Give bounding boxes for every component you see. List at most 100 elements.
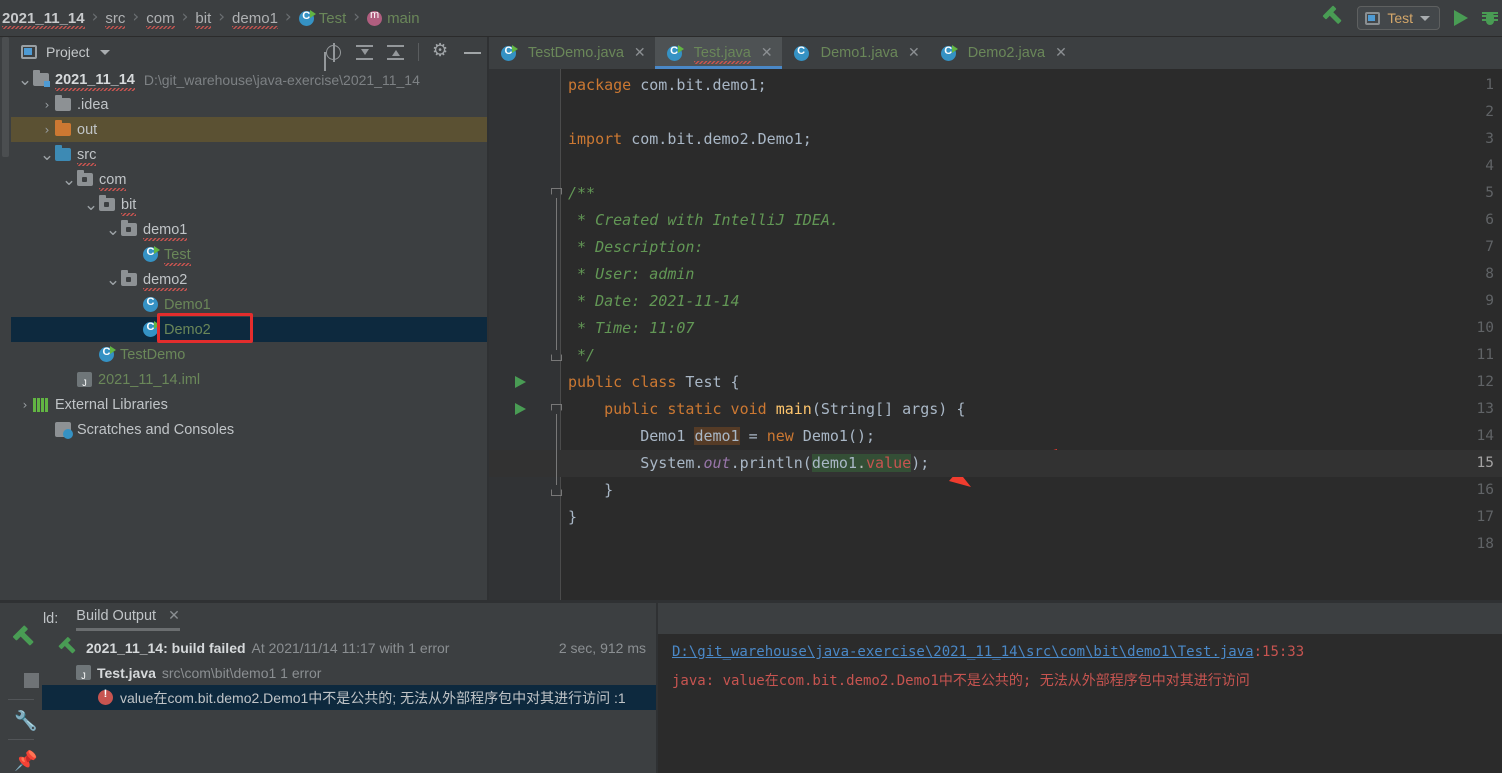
close-icon[interactable]: ✕: [1055, 45, 1067, 61]
breadcrumb-item-com[interactable]: com: [146, 10, 175, 29]
tree-item-label: .idea: [77, 96, 109, 113]
close-icon[interactable]: ✕: [761, 45, 773, 61]
code-editor[interactable]: 1 package com.bit.demo1; 2 3 import com.bit.…: [489, 69, 1502, 600]
tab-demo1-java[interactable]: Demo1.java ✕: [782, 37, 929, 69]
tab-test-java[interactable]: Test.java ✕: [654, 37, 782, 69]
gutter-run-icon[interactable]: [515, 376, 526, 388]
settings-gear-icon[interactable]: [432, 40, 450, 61]
chevron-down-icon[interactable]: ⌄: [61, 170, 77, 190]
chevron-right-icon[interactable]: ›: [39, 123, 55, 137]
tree-item--idea[interactable]: › .idea: [11, 92, 487, 117]
error-file-link[interactable]: D:\git_warehouse\java-exercise\2021_11_1…: [672, 644, 1254, 660]
gutter-run-icon[interactable]: [515, 403, 526, 415]
build-row-0[interactable]: 2021_11_14: build failed At 2021/11/14 11…: [42, 635, 656, 660]
tree-item-label: src: [77, 146, 97, 166]
tab-testdemo-java[interactable]: TestDemo.java ✕: [489, 37, 655, 69]
close-icon[interactable]: ✕: [908, 45, 920, 61]
line-number: 16: [1476, 482, 1494, 498]
chevron-down-icon[interactable]: ⌄: [83, 195, 99, 215]
folder-gray-icon: [55, 95, 71, 111]
chevron-down-icon[interactable]: ⌄: [39, 145, 55, 165]
breadcrumb-item-test[interactable]: Test: [298, 9, 346, 27]
tree-item-src[interactable]: ⌄ src: [11, 142, 487, 167]
build-row-1[interactable]: Test.java src\com\bit\demo1 1 error: [42, 660, 656, 685]
fold-end-marker[interactable]: [551, 485, 562, 496]
chevron-down-icon[interactable]: [99, 49, 110, 55]
select-opened-file-icon[interactable]: [325, 42, 342, 62]
breadcrumb-label: bit: [195, 9, 212, 29]
tree-item-out[interactable]: › out: [11, 117, 487, 142]
top-toolbar: 2021_11_14 › src › com › bit › demo1 › Test › main T…: [0, 0, 1502, 37]
chevron-down-icon[interactable]: ⌄: [105, 220, 121, 240]
line-number: 17: [1476, 509, 1494, 525]
tree-item-demo1[interactable]: Demo1: [11, 292, 487, 317]
tree-item-label: bit: [121, 196, 137, 216]
tree-item-demo2[interactable]: Demo2: [11, 317, 487, 342]
chevron-down-icon[interactable]: ⌄: [105, 270, 121, 290]
breadcrumb-item-bit[interactable]: bit: [195, 9, 212, 29]
hammer-icon[interactable]: [1319, 8, 1343, 28]
line-number: 14: [1476, 428, 1494, 444]
run-configuration-selector[interactable]: Test: [1357, 6, 1440, 30]
method-icon: [367, 9, 383, 26]
pin-icon[interactable]: 📌: [10, 747, 38, 772]
class-runnable-icon: [99, 346, 116, 362]
tree-item-demo1[interactable]: ⌄ demo1: [11, 217, 487, 242]
breadcrumb-item-2021_11_14[interactable]: 2021_11_14: [2, 10, 85, 29]
tree-item-test[interactable]: Test: [11, 242, 487, 267]
line-number: 9: [1485, 293, 1494, 309]
close-icon[interactable]: ✕: [634, 45, 646, 61]
breadcrumb-separator: ›: [132, 7, 140, 27]
code-line-5: /**: [568, 184, 596, 202]
tree-item-com[interactable]: ⌄ com: [11, 167, 487, 192]
debug-bug-icon[interactable]: [1482, 10, 1498, 27]
divider: [8, 699, 34, 700]
line-number: 4: [1485, 158, 1494, 174]
chevron-down-icon[interactable]: ⌄: [17, 70, 33, 90]
tree-item-2021-11-14[interactable]: ⌄ 2021_11_14 D:\git_warehouse\java-exercis…: [11, 67, 487, 92]
tree-item-label: Test: [164, 246, 191, 266]
tab-demo2-java[interactable]: Demo2.java ✕: [929, 37, 1076, 69]
tree-item-label: TestDemo: [120, 346, 186, 363]
line-number: 3: [1485, 131, 1494, 147]
chevron-right-icon[interactable]: ›: [17, 398, 33, 412]
tree-item-external-libraries[interactable]: › External Libraries: [11, 392, 487, 417]
close-icon[interactable]: ✕: [168, 608, 180, 624]
breadcrumb-item-src[interactable]: src: [105, 10, 126, 29]
folder-package-icon: [99, 195, 115, 211]
error-location: :15:33: [1253, 644, 1305, 660]
breadcrumb-item-main[interactable]: main: [367, 9, 420, 27]
breadcrumb-item-demo1[interactable]: demo1: [232, 9, 278, 29]
line-number: 11: [1476, 347, 1494, 363]
line-number-gutter: [489, 69, 560, 600]
tree-item-label: out: [77, 121, 98, 138]
build-hammer-icon[interactable]: [10, 629, 34, 653]
scratches-icon: [55, 422, 73, 439]
tree-item-2021-11-14-iml[interactable]: 2021_11_14.iml: [11, 367, 487, 392]
build-hammer-icon: [55, 639, 77, 657]
collapse-all-icon[interactable]: [356, 44, 373, 61]
tab-build-output[interactable]: Build Output ✕: [76, 608, 180, 631]
rail-scrollbar[interactable]: [2, 37, 9, 157]
code-line-7: * Description:: [568, 238, 704, 256]
class-runnable-icon: [501, 44, 518, 61]
code-line-10: * Time: 11:07: [568, 319, 695, 337]
breadcrumb: 2021_11_14 › src › com › bit › demo1 › Test › main: [0, 7, 420, 29]
tree-item-bit[interactable]: ⌄ bit: [11, 192, 487, 217]
module-folder-icon: [33, 70, 50, 87]
tree-item-scratches-and-consoles[interactable]: Scratches and Consoles: [11, 417, 487, 442]
build-row-2[interactable]: value在com.bit.demo2.Demo1中不是公共的; 无法从外部程序…: [42, 685, 656, 710]
hide-icon[interactable]: [464, 44, 481, 61]
wrench-settings-icon[interactable]: 🔧: [10, 707, 38, 732]
chevron-right-icon[interactable]: ›: [39, 98, 55, 112]
expand-all-icon[interactable]: [387, 44, 404, 61]
breadcrumb-label: demo1: [232, 9, 278, 29]
fold-end-marker[interactable]: [551, 350, 562, 361]
tree-item-demo2[interactable]: ⌄ demo2: [11, 267, 487, 292]
line-number: 12: [1476, 374, 1494, 390]
run-play-icon[interactable]: [1454, 10, 1468, 26]
project-panel: Project ⌄ 2021_11_14 D:\git_warehouse\java…: [11, 37, 487, 600]
stop-icon[interactable]: [10, 665, 39, 689]
tree-item-label: com: [99, 171, 127, 191]
tree-item-testdemo[interactable]: TestDemo: [11, 342, 487, 367]
